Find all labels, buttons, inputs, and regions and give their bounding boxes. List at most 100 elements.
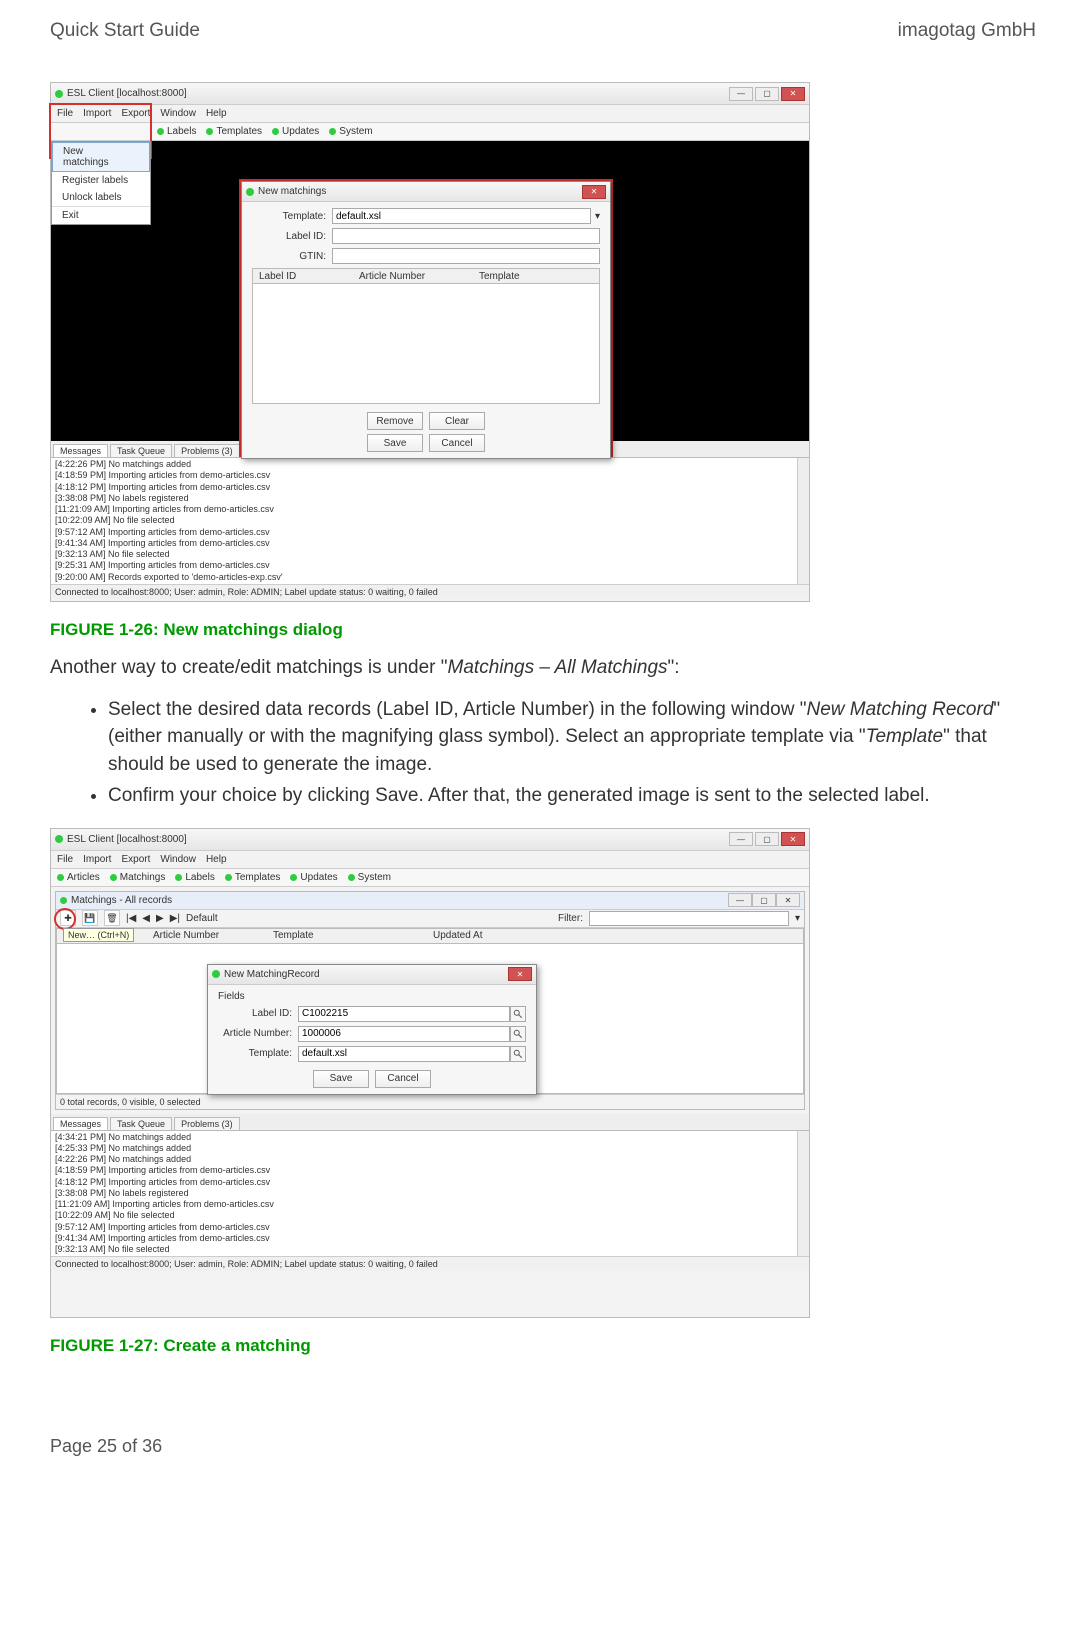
- subwindow-minimize[interactable]: —: [728, 893, 752, 907]
- nav-prev-icon[interactable]: ◀: [142, 913, 150, 924]
- tab-problems[interactable]: Problems (3): [174, 1117, 240, 1130]
- toolbar: Labels Templates Updates System: [51, 123, 809, 141]
- window-titlebar: ESL Client [localhost:8000] — ▢ ✕: [51, 829, 809, 851]
- filter-dropdown-icon[interactable]: ▾: [795, 913, 800, 924]
- close-button[interactable]: ✕: [781, 87, 805, 101]
- menu-unlock-labels[interactable]: Unlock labels: [52, 189, 150, 206]
- message-line: [4:18:59 PM] Importing articles from dem…: [55, 1165, 805, 1176]
- nav-next-icon[interactable]: ▶: [156, 913, 164, 924]
- col-labelid: Label ID: [253, 271, 353, 282]
- dialog-close-button[interactable]: ✕: [582, 185, 606, 199]
- toolbar-templates[interactable]: Templates: [225, 872, 281, 883]
- maximize-button[interactable]: ▢: [755, 87, 779, 101]
- toolbar-updates[interactable]: Updates: [290, 872, 337, 883]
- tab-messages[interactable]: Messages: [53, 444, 108, 457]
- message-line: [11:21:09 AM] Importing articles from de…: [55, 1199, 805, 1210]
- subwindow-title: Matchings - All records: [71, 895, 172, 906]
- labelid-field[interactable]: [298, 1006, 510, 1022]
- matchings-subwindow: Matchings - All records — ▢ ✕ ✚ 💾 🗑 |◀ ◀…: [55, 891, 805, 1110]
- menu-register-labels[interactable]: Register labels: [52, 172, 150, 189]
- toolbar-labels[interactable]: Labels: [157, 126, 196, 137]
- dropdown-icon[interactable]: ▾: [595, 211, 600, 222]
- col-updated: Updated At: [427, 930, 803, 941]
- subwindow-titlebar: Matchings - All records — ▢ ✕: [56, 892, 804, 910]
- menu-window[interactable]: Window: [160, 854, 196, 865]
- toolbar-system[interactable]: System: [348, 872, 391, 883]
- save-button[interactable]: Save: [313, 1070, 369, 1088]
- cancel-button[interactable]: Cancel: [375, 1070, 431, 1088]
- new-matching-record-dialog: New MatchingRecord ✕ Fields Label ID: Ar: [207, 964, 537, 1095]
- message-line: [9:32:13 AM] No file selected: [55, 549, 805, 560]
- toolbar-templates[interactable]: Templates: [206, 126, 262, 137]
- new-tooltip: New… (Ctrl+N): [63, 928, 134, 942]
- artnum-search-icon[interactable]: [510, 1026, 526, 1042]
- toolbar-articles[interactable]: Articles: [57, 872, 100, 883]
- template-search-icon[interactable]: [510, 1046, 526, 1062]
- tab-task-queue[interactable]: Task Queue: [110, 1117, 172, 1130]
- dialog-close-button[interactable]: ✕: [508, 967, 532, 981]
- scrollbar[interactable]: [797, 458, 809, 584]
- remove-button[interactable]: Remove: [367, 412, 423, 430]
- save-button[interactable]: Save: [367, 434, 423, 452]
- menu-file[interactable]: File: [57, 854, 73, 865]
- toolbar-matchings[interactable]: Matchings: [110, 872, 166, 883]
- close-button[interactable]: ✕: [781, 832, 805, 846]
- tab-problems[interactable]: Problems (3): [174, 444, 240, 457]
- cancel-button[interactable]: Cancel: [429, 434, 485, 452]
- minimize-button[interactable]: —: [729, 87, 753, 101]
- message-line: [3:38:08 PM] No labels registered: [55, 1188, 805, 1199]
- label-labelid: Label ID:: [218, 1008, 298, 1019]
- template-field[interactable]: [298, 1046, 510, 1062]
- toolbar-system[interactable]: System: [329, 126, 372, 137]
- labelid-search-icon[interactable]: [510, 1006, 526, 1022]
- scrollbar[interactable]: [797, 1131, 809, 1257]
- default-label: Default: [186, 913, 218, 924]
- records-statusbar: 0 total records, 0 visible, 0 selected: [56, 1094, 804, 1109]
- menu-new-matchings[interactable]: New matchings: [52, 142, 150, 172]
- list-item: Confirm your choice by clicking Save. Af…: [108, 782, 1036, 810]
- delete-icon-button[interactable]: 🗑: [104, 910, 120, 926]
- menu-help[interactable]: Help: [206, 854, 227, 865]
- page-header: Quick Start Guide imagotag GmbH: [50, 20, 1036, 42]
- header-left: Quick Start Guide: [50, 20, 200, 42]
- menu-exit[interactable]: Exit: [52, 206, 150, 224]
- subwindow-close[interactable]: ✕: [776, 893, 800, 907]
- filter-input[interactable]: [589, 911, 789, 926]
- intro-text: Another way to create/edit matchings is …: [50, 654, 1036, 682]
- toolbar-labels[interactable]: Labels: [175, 872, 214, 883]
- tab-task-queue[interactable]: Task Queue: [110, 444, 172, 457]
- artnum-field[interactable]: [298, 1026, 510, 1042]
- label-artnum: Article Number:: [218, 1028, 298, 1039]
- menu-export[interactable]: Export: [121, 854, 150, 865]
- message-line: [4:22:26 PM] No matchings added: [55, 459, 805, 470]
- maximize-button[interactable]: ▢: [755, 832, 779, 846]
- work-area: New matchings Register labels Unlock lab…: [51, 141, 809, 441]
- window-title: ESL Client [localhost:8000]: [67, 88, 729, 99]
- toolbar: Articles Matchings Labels Templates Upda…: [51, 869, 809, 887]
- nav-first-icon[interactable]: |◀: [126, 913, 136, 924]
- subwindow-toolbar: ✚ 💾 🗑 |◀ ◀ ▶ ▶| Default Filter: ▾: [56, 910, 804, 928]
- minimize-button[interactable]: —: [729, 832, 753, 846]
- message-line: [10:22:09 AM] No file selected: [55, 1210, 805, 1221]
- menu-help[interactable]: Help: [206, 108, 227, 119]
- messages-area: [4:34:21 PM] No matchings added[4:25:33 …: [51, 1130, 809, 1257]
- save-icon-button[interactable]: 💾: [82, 910, 98, 926]
- menu-window[interactable]: Window: [160, 108, 196, 119]
- message-line: [4:18:12 PM] Importing articles from dem…: [55, 482, 805, 493]
- app-icon: [55, 835, 63, 843]
- template-field[interactable]: [332, 208, 591, 224]
- labelid-field[interactable]: [332, 228, 600, 244]
- messages-area: [4:22:26 PM] No matchings added[4:18:59 …: [51, 457, 809, 584]
- menu-import[interactable]: Import: [83, 854, 111, 865]
- tab-messages[interactable]: Messages: [53, 1117, 108, 1130]
- clear-button[interactable]: Clear: [429, 412, 485, 430]
- nav-last-icon[interactable]: ▶|: [170, 913, 180, 924]
- toolbar-updates[interactable]: Updates: [272, 126, 319, 137]
- status-bar: Connected to localhost:8000; User: admin…: [51, 1256, 809, 1271]
- window-titlebar: ESL Client [localhost:8000] — ▢ ✕: [51, 83, 809, 105]
- subwindow-maximize[interactable]: ▢: [752, 893, 776, 907]
- message-line: [9:41:34 AM] Importing articles from dem…: [55, 538, 805, 549]
- records-table-header: Label ID Article Number Template Updated…: [56, 928, 804, 944]
- gtin-field[interactable]: [332, 248, 600, 264]
- figure-caption-2: FIGURE 1-27: Create a matching: [50, 1336, 1036, 1356]
